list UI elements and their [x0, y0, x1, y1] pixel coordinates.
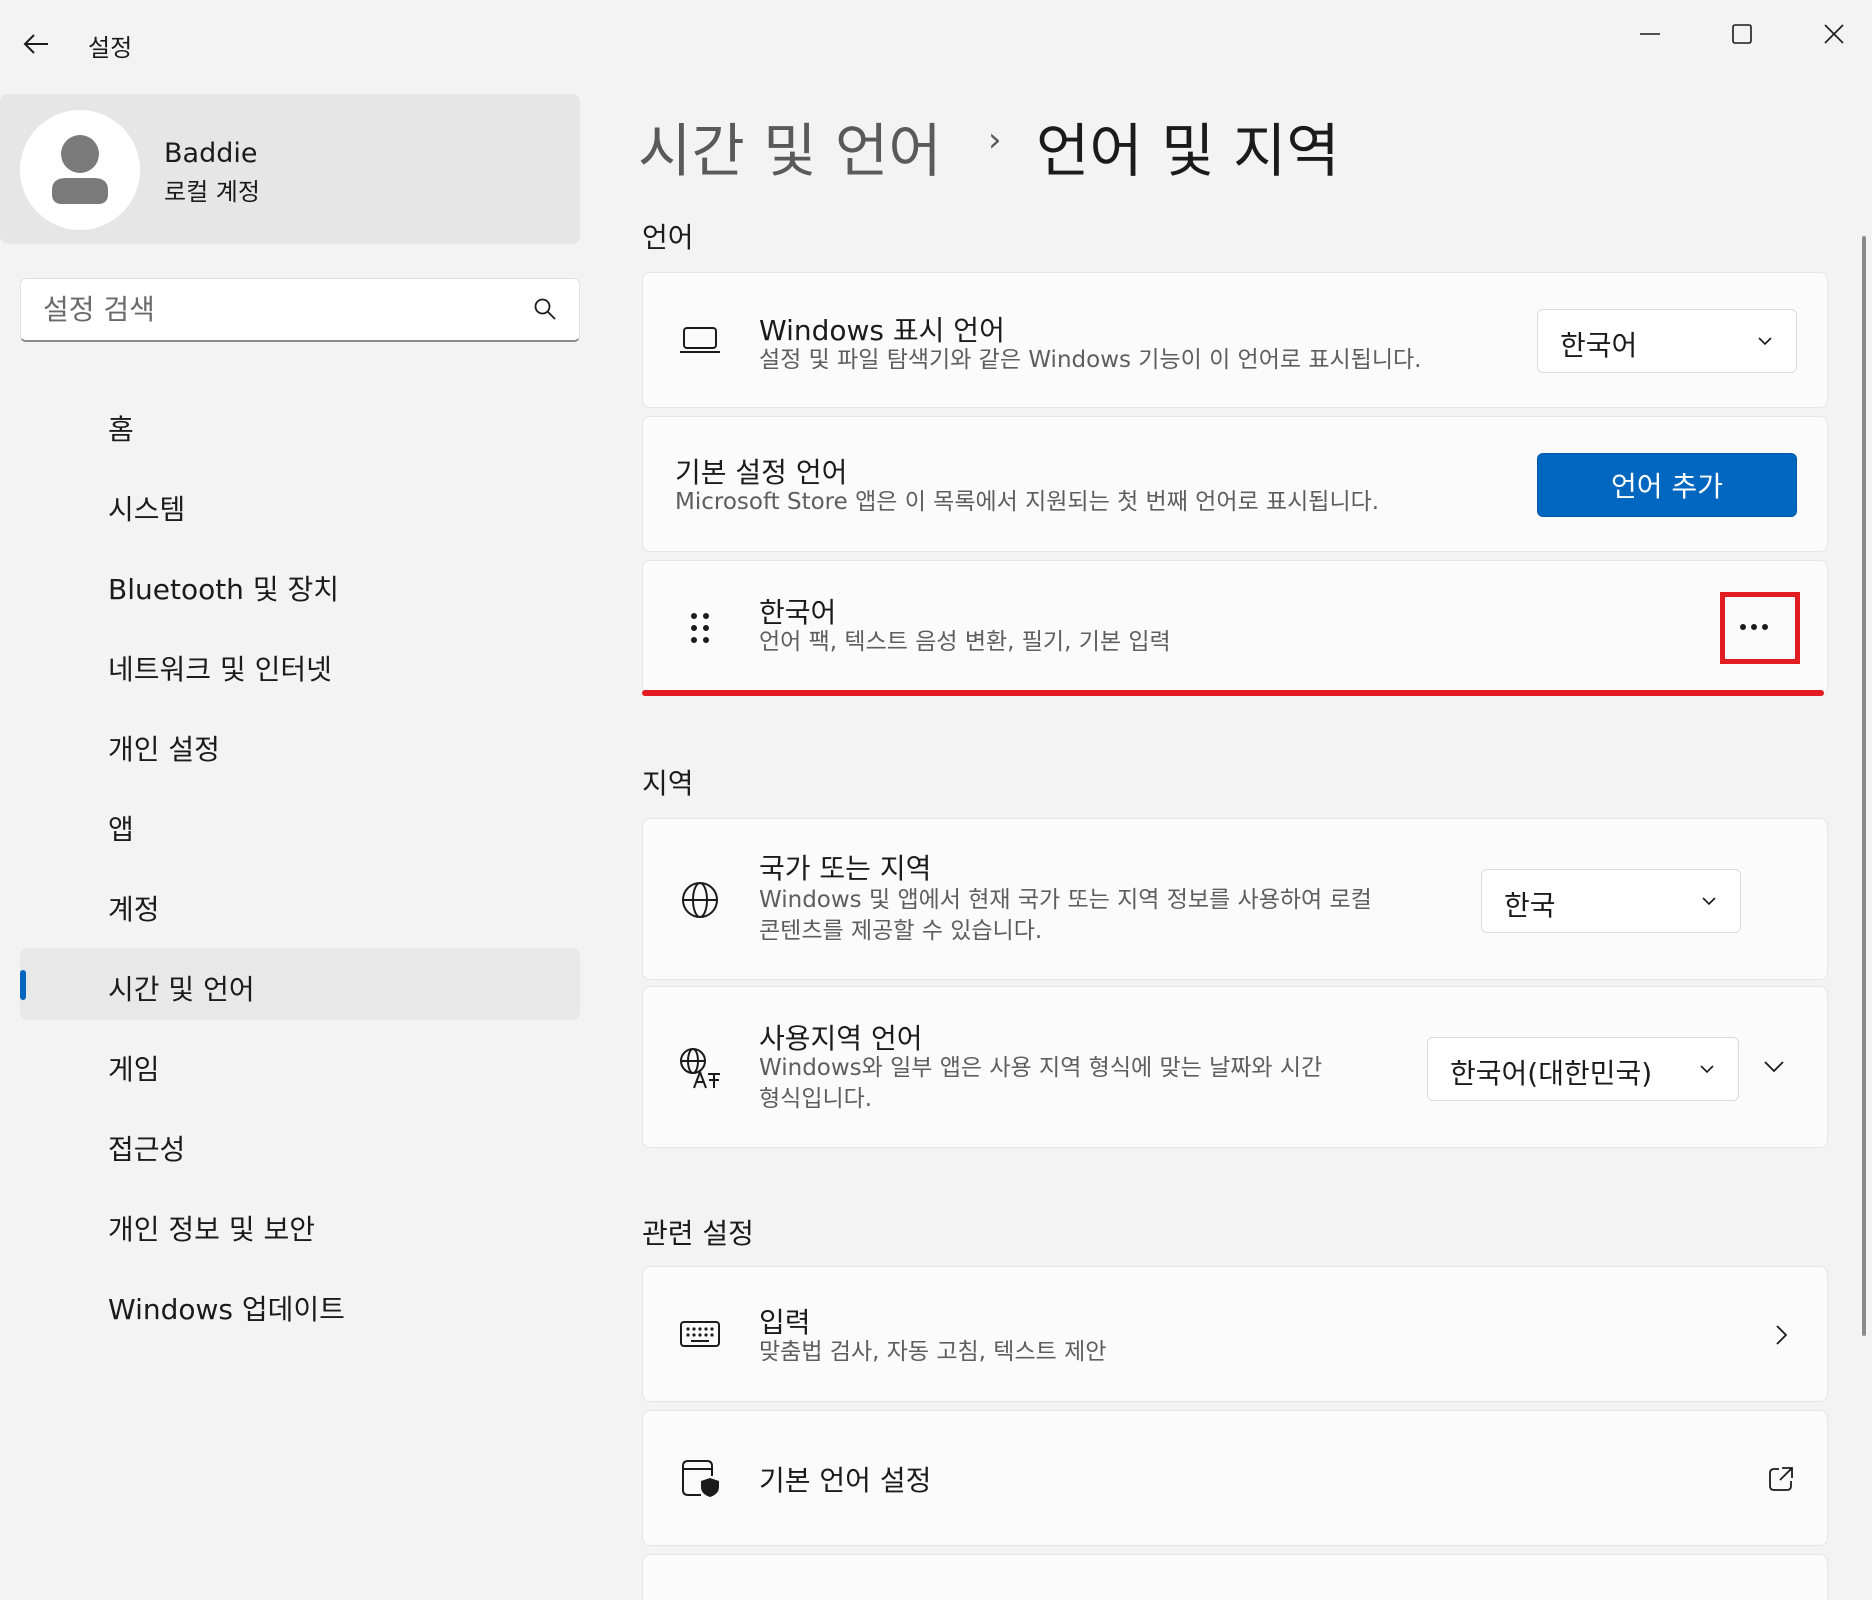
installed-language-description: 언어 팩, 텍스트 음성 변환, 필기, 기본 입력 — [759, 629, 1171, 655]
maximize-button[interactable] — [1702, 6, 1782, 62]
dropdown-value: 한국어(대한민국) — [1450, 1057, 1653, 1090]
title-bar: 설정 — [0, 0, 1872, 86]
profile-name: Baddie — [164, 138, 258, 169]
admin-language-title: 기본 언어 설정 — [759, 1464, 932, 1497]
close-button[interactable] — [1794, 6, 1872, 62]
keyboard-icon — [675, 1309, 725, 1359]
sidebar-item-home[interactable]: 홈 — [20, 388, 580, 460]
back-arrow-icon — [23, 34, 48, 54]
regional-format-description-line1: Windows와 일부 앱은 사용 지역 형식에 맞는 날짜와 시간 — [759, 1055, 1323, 1081]
sidebar-item-accounts[interactable]: 계정 — [20, 868, 580, 940]
app-title: 설정 — [88, 34, 133, 62]
search-input[interactable] — [43, 279, 523, 339]
settings-search[interactable] — [20, 278, 580, 342]
sidebar-item-apps[interactable]: 앱 — [20, 788, 580, 860]
sidebar-item-label: 네트워크 및 인터넷 — [108, 653, 332, 686]
sidebar-item-label: 개인 설정 — [108, 733, 220, 766]
minimize-icon — [1640, 33, 1660, 35]
chevron-down-icon — [1700, 1065, 1714, 1074]
avatar — [20, 110, 140, 230]
country-region-title: 국가 또는 지역 — [759, 852, 932, 885]
typing-description: 맞춤법 검사, 자동 고침, 텍스트 제안 — [759, 1339, 1107, 1365]
sidebar-item-label: 계정 — [108, 893, 160, 926]
laptop-icon — [675, 315, 725, 365]
installed-language-card[interactable]: 한국어 언어 팩, 텍스트 음성 변환, 필기, 기본 입력 — [642, 560, 1828, 696]
sidebar-item-gaming[interactable]: 게임 — [20, 1028, 580, 1100]
display-language-card: Windows 표시 언어 설정 및 파일 탐색기와 같은 Windows 기능… — [642, 272, 1828, 408]
country-region-description-line2: 콘텐츠를 제공할 수 있습니다. — [759, 918, 1043, 944]
chevron-down-icon — [1758, 337, 1772, 346]
scrollbar[interactable] — [1862, 236, 1866, 1336]
expand-chevron-icon[interactable] — [1761, 1053, 1787, 1079]
close-icon — [1824, 24, 1844, 44]
sidebar-item-network[interactable]: 네트워크 및 인터넷 — [20, 628, 580, 700]
sidebar-item-privacy-security[interactable]: 개인 정보 및 보안 — [20, 1188, 580, 1260]
sidebar-item-system[interactable]: 시스템 — [20, 468, 580, 540]
page-title: 언어 및 지역 — [1036, 117, 1340, 185]
installed-language-title: 한국어 — [759, 596, 837, 629]
admin-language-settings-card[interactable]: 기본 언어 설정 — [642, 1410, 1828, 1546]
user-profile-card[interactable]: Baddie 로컬 계정 — [0, 94, 580, 244]
sidebar-item-accessibility[interactable]: 접근성 — [20, 1108, 580, 1180]
preferred-languages-description: Microsoft Store 앱은 이 목록에서 지원되는 첫 번째 언어로 … — [675, 489, 1380, 515]
sidebar-item-label: 개인 정보 및 보안 — [108, 1213, 316, 1246]
sidebar-item-label: 접근성 — [108, 1133, 186, 1166]
breadcrumb-parent[interactable]: 시간 및 언어 — [638, 104, 942, 188]
preferred-languages-card: 기본 설정 언어 Microsoft Store 앱은 이 목록에서 지원되는 … — [642, 416, 1828, 552]
next-card[interactable] — [642, 1554, 1828, 1600]
display-language-description: 설정 및 파일 탐색기와 같은 Windows 기능이 이 언어로 표시됩니다. — [759, 347, 1422, 373]
sidebar-item-label: 시스템 — [108, 493, 186, 526]
country-region-dropdown[interactable]: 한국 — [1481, 869, 1741, 933]
regional-format-title: 사용지역 언어 — [759, 1022, 923, 1055]
regional-format-icon — [675, 1043, 725, 1093]
section-header-related: 관련 설정 — [642, 1217, 754, 1250]
profile-account-type: 로컬 계정 — [164, 178, 260, 206]
dropdown-value: 한국 — [1504, 889, 1556, 922]
highlight-box — [1720, 592, 1800, 664]
globe-icon — [675, 875, 725, 925]
display-language-title: Windows 표시 언어 — [759, 314, 1005, 347]
sidebar-item-label: 홈 — [108, 413, 134, 446]
search-icon[interactable] — [533, 297, 557, 321]
section-header-region: 지역 — [642, 767, 694, 800]
regional-format-dropdown[interactable]: 한국어(대한민국) — [1427, 1037, 1739, 1101]
chevron-down-icon — [1702, 897, 1716, 906]
sidebar-item-personalization[interactable]: 개인 설정 — [20, 708, 580, 780]
sidebar-item-time-language[interactable]: 시간 및 언어 — [20, 948, 580, 1020]
add-language-button[interactable]: 언어 추가 — [1537, 453, 1797, 517]
typing-card[interactable]: 입력 맞춤법 검사, 자동 고침, 텍스트 제안 — [642, 1266, 1828, 1402]
regional-format-description-line2: 형식입니다. — [759, 1086, 873, 1112]
back-button[interactable] — [14, 22, 58, 66]
admin-settings-icon — [675, 1453, 725, 1503]
open-external-icon — [1769, 1467, 1793, 1491]
sidebar-item-label: Windows 업데이트 — [108, 1293, 345, 1326]
breadcrumb-separator: › — [988, 120, 1002, 160]
highlight-underline — [642, 690, 1824, 696]
minimize-button[interactable] — [1610, 6, 1690, 62]
regional-format-card[interactable]: 사용지역 언어 Windows와 일부 앱은 사용 지역 형식에 맞는 날짜와 … — [642, 986, 1828, 1148]
drag-handle-icon[interactable] — [675, 603, 725, 653]
sidebar-item-label: 게임 — [108, 1053, 160, 1086]
sidebar-item-windows-update[interactable]: Windows 업데이트 — [20, 1268, 580, 1340]
section-header-language: 언어 — [642, 221, 694, 254]
dropdown-value: 한국어 — [1560, 329, 1638, 362]
selection-indicator — [20, 970, 26, 1000]
sidebar-item-label: 앱 — [108, 813, 134, 846]
country-region-card: 국가 또는 지역 Windows 및 앱에서 현재 국가 또는 지역 정보를 사… — [642, 818, 1828, 980]
country-region-description-line1: Windows 및 앱에서 현재 국가 또는 지역 정보를 사용하여 로컬 — [759, 887, 1372, 913]
chevron-right-icon — [1776, 1325, 1788, 1345]
sidebar-item-label: Bluetooth 및 장치 — [108, 573, 340, 606]
maximize-icon — [1732, 24, 1752, 44]
sidebar-item-bluetooth[interactable]: Bluetooth 및 장치 — [20, 548, 580, 620]
sidebar-item-label: 시간 및 언어 — [108, 973, 255, 1006]
user-avatar-icon — [52, 135, 108, 204]
typing-title: 입력 — [759, 1306, 811, 1339]
display-language-dropdown[interactable]: 한국어 — [1537, 309, 1797, 373]
preferred-languages-title: 기본 설정 언어 — [675, 456, 848, 489]
